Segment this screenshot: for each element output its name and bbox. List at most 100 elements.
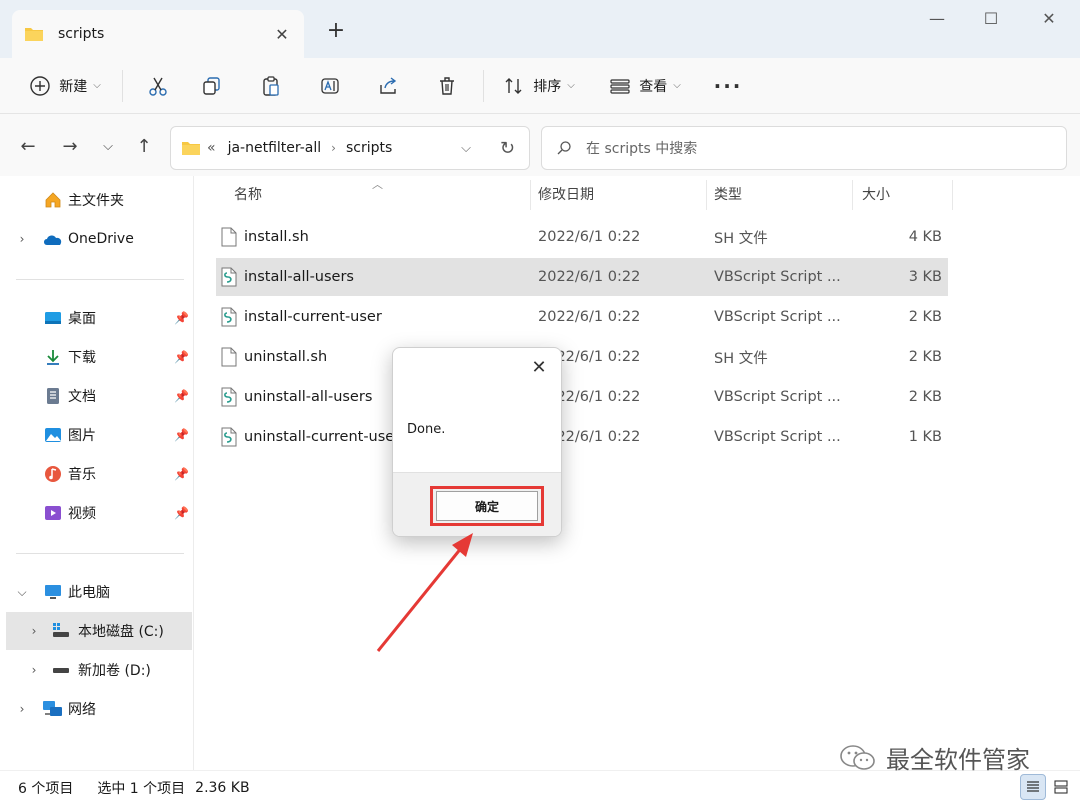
breadcrumb-scripts[interactable]: scripts xyxy=(346,140,392,156)
plus-circle-icon xyxy=(30,75,50,96)
file-row[interactable]: install-all-users 2022/6/1 0:22 VBScript… xyxy=(216,258,948,296)
sidebar-item-downloads[interactable]: 下载 📌 xyxy=(0,338,194,376)
tiles-view-button[interactable] xyxy=(1048,774,1074,800)
file-row[interactable]: uninstall.sh 2022/6/1 0:22 SH 文件 2 KB xyxy=(216,338,948,376)
column-divider[interactable] xyxy=(530,180,531,210)
file-row[interactable]: install-current-user 2022/6/1 0:22 VBScr… xyxy=(216,298,948,336)
sort-button[interactable]: 排序 ⌵ xyxy=(496,68,582,104)
tab-close-icon[interactable]: ✕ xyxy=(272,25,292,44)
search-box[interactable]: 在 scripts 中搜索 xyxy=(541,126,1067,170)
column-divider[interactable] xyxy=(952,180,953,210)
pin-icon[interactable]: 📌 xyxy=(174,506,189,520)
file-name: uninstall-all-users xyxy=(244,389,373,405)
column-divider[interactable] xyxy=(706,180,707,210)
folder-icon xyxy=(182,142,200,155)
file-row[interactable]: install.sh 2022/6/1 0:22 SH 文件 4 KB xyxy=(216,218,948,256)
script-file-icon xyxy=(221,427,237,447)
delete-icon xyxy=(440,76,454,95)
up-arrow-icon[interactable]: ↑ xyxy=(132,136,156,160)
cut-button[interactable] xyxy=(133,68,183,104)
sidebar-item-music[interactable]: 音乐 📌 xyxy=(0,455,194,493)
navigation-pane: 主文件夹 › OneDrive 桌面 📌 下载 📌 文档 📌 图片 📌 音乐 📌… xyxy=(0,176,194,770)
ok-button[interactable]: 确定 xyxy=(436,491,538,521)
chevron-down-icon: ⌵ xyxy=(673,80,681,91)
message-dialog: ✕ Done. 确定 xyxy=(392,347,562,537)
forward-arrow-icon[interactable]: → xyxy=(58,136,82,160)
pin-icon[interactable]: 📌 xyxy=(174,389,189,403)
refresh-icon[interactable]: ↻ xyxy=(500,138,515,159)
rename-icon xyxy=(321,77,339,94)
breadcrumb-overflow[interactable]: « xyxy=(207,140,216,156)
close-window-button[interactable]: ✕ xyxy=(1024,6,1074,32)
title-bar: scripts ✕ + — ☐ ✕ xyxy=(0,0,1080,58)
sidebar-item-label: 视频 xyxy=(68,506,96,522)
pin-icon[interactable]: 📌 xyxy=(174,467,189,481)
file-type: VBScript Script ... xyxy=(714,429,841,445)
sidebar-item-desktop[interactable]: 桌面 📌 xyxy=(0,299,194,337)
sidebar-item-network[interactable]: › 网络 xyxy=(0,690,194,728)
expand-chevron-icon[interactable]: › xyxy=(16,232,28,246)
expand-chevron-icon[interactable]: › xyxy=(16,702,28,716)
sidebar-item-documents[interactable]: 文档 📌 xyxy=(0,377,194,415)
music-icon xyxy=(45,466,61,482)
sidebar-item-home[interactable]: 主文件夹 xyxy=(0,181,194,219)
expand-chevron-icon[interactable]: › xyxy=(28,624,40,638)
watermark: 最全软件管家 xyxy=(838,740,1030,775)
minimize-button[interactable]: — xyxy=(912,6,962,32)
pin-icon[interactable]: 📌 xyxy=(174,428,189,442)
download-icon xyxy=(47,350,59,365)
file-row[interactable]: uninstall-current-user 2022/6/1 0:22 VBS… xyxy=(216,418,948,456)
dialog-close-icon[interactable]: ✕ xyxy=(527,356,551,380)
dialog-message: Done. xyxy=(407,422,446,437)
file-name: uninstall.sh xyxy=(244,349,328,365)
paste-button[interactable] xyxy=(241,68,301,104)
breadcrumb-ja-netfilter-all[interactable]: ja-netfilter-all xyxy=(228,140,322,156)
cloud-icon xyxy=(44,235,62,245)
command-bar: 新建 ⌵ 排序 ⌵ 查看 ⌵ ··· xyxy=(0,58,1080,114)
search-placeholder: 在 scripts 中搜索 xyxy=(586,141,698,157)
column-header-size[interactable]: 大小 xyxy=(862,176,890,212)
sidebar-item-drive-d[interactable]: › 新加卷 (D:) xyxy=(0,651,194,689)
sidebar-item-videos[interactable]: 视频 📌 xyxy=(0,494,194,532)
sidebar-item-drive-c[interactable]: › 本地磁盘 (C:) xyxy=(6,612,192,650)
sidebar-item-pictures[interactable]: 图片 📌 xyxy=(0,416,194,454)
sidebar-divider xyxy=(16,553,184,554)
column-header-name[interactable]: 名称 xyxy=(234,176,262,212)
copy-button[interactable] xyxy=(183,68,241,104)
expand-chevron-icon[interactable]: › xyxy=(28,663,40,677)
sidebar-item-this-pc[interactable]: ⌵ 此电脑 xyxy=(0,573,194,611)
address-dropdown-icon[interactable]: ⌵ xyxy=(461,141,471,156)
view-button[interactable]: 查看 ⌵ xyxy=(602,68,688,104)
delete-button[interactable] xyxy=(417,68,477,104)
collapse-chevron-icon[interactable]: ⌵ xyxy=(16,585,28,600)
sidebar-item-label: 此电脑 xyxy=(68,585,110,601)
folder-icon xyxy=(25,28,43,41)
tab-title: scripts xyxy=(58,26,105,42)
address-bar[interactable]: « ja-netfilter-all › scripts ⌵ ↻ xyxy=(170,126,530,170)
file-name: install.sh xyxy=(244,229,309,245)
script-file-icon xyxy=(221,307,237,327)
new-button[interactable]: 新建 ⌵ xyxy=(24,68,106,104)
tab-scripts[interactable]: scripts ✕ xyxy=(12,10,304,58)
pin-icon[interactable]: 📌 xyxy=(174,311,189,325)
rename-button[interactable] xyxy=(301,68,359,104)
file-row[interactable]: uninstall-all-users 2022/6/1 0:22 VBScri… xyxy=(216,378,948,416)
column-header-date[interactable]: 修改日期 xyxy=(538,176,594,212)
annotation-arrow-icon xyxy=(376,533,473,652)
file-name: install-all-users xyxy=(244,269,354,285)
back-arrow-icon[interactable]: ← xyxy=(16,136,40,160)
details-view-button[interactable] xyxy=(1020,774,1046,800)
maximize-button[interactable]: ☐ xyxy=(966,6,1016,32)
new-tab-button[interactable]: + xyxy=(322,18,350,46)
more-options-icon[interactable]: ··· xyxy=(708,68,748,104)
divider xyxy=(122,69,123,102)
file-size: 1 KB xyxy=(908,429,942,445)
pin-icon[interactable]: 📌 xyxy=(174,350,189,364)
recent-chevron-icon[interactable]: ⌵ xyxy=(96,136,120,160)
sidebar-item-onedrive[interactable]: › OneDrive xyxy=(0,220,194,258)
column-header-type[interactable]: 类型 xyxy=(714,176,742,212)
text-file-icon xyxy=(221,227,237,247)
column-divider[interactable] xyxy=(852,180,853,210)
sidebar-item-label: 新加卷 (D:) xyxy=(78,663,151,679)
share-button[interactable] xyxy=(359,68,417,104)
